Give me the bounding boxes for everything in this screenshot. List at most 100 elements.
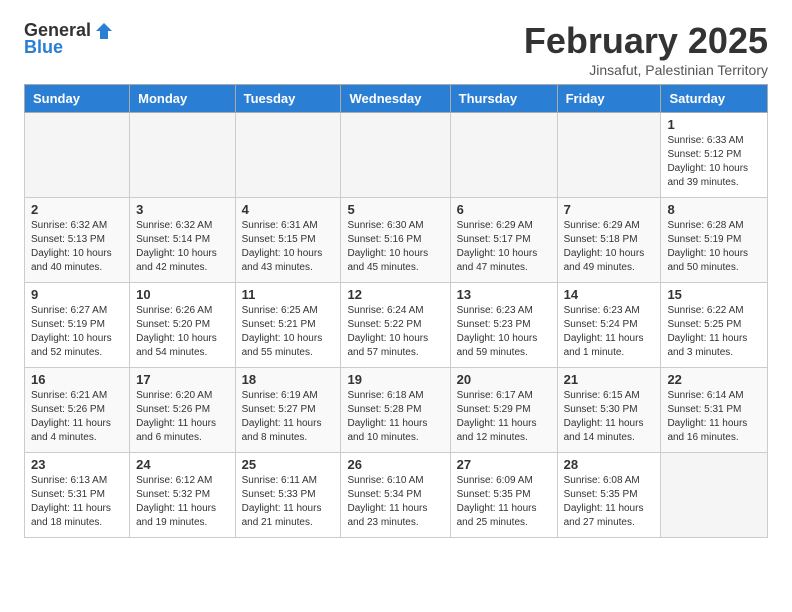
day-number: 20: [457, 372, 551, 387]
logo: General Blue: [24, 20, 114, 58]
weekday-header-sunday: Sunday: [25, 85, 130, 113]
day-info: Sunrise: 6:33 AM Sunset: 5:12 PM Dayligh…: [667, 134, 761, 190]
day-cell: 10 Sunrise: 6:26 AM Sunset: 5:20 PM Dayli…: [130, 283, 235, 368]
day-cell: 7Sunrise: 6:29 AM Sunset: 5:18 PM Daylig…: [557, 198, 661, 283]
day-number: 19: [347, 372, 443, 387]
day-cell: 9 Sunrise: 6:27 AM Sunset: 5:19 PM Daylig…: [25, 283, 130, 368]
day-number: 16: [31, 372, 123, 387]
calendar-page: General Blue February 2025 Jinsafut, Pal…: [0, 0, 792, 558]
calendar-table: SundayMondayTuesdayWednesdayThursdayFrid…: [24, 84, 768, 538]
week-row-2: 2 Sunrise: 6:32 AM Sunset: 5:13 PM Daylig…: [25, 198, 768, 283]
day-cell: [130, 113, 235, 198]
day-cell: 15 Sunrise: 6:22 AM Sunset: 5:25 PM Dayli…: [661, 283, 768, 368]
day-info: Sunrise: 6:22 AM Sunset: 5:25 PM Dayligh…: [667, 304, 761, 360]
calendar-title: February 2025: [524, 20, 768, 62]
day-info: Sunrise: 6:08 AM Sunset: 5:35 PM Dayligh…: [564, 474, 655, 530]
day-cell: 2 Sunrise: 6:32 AM Sunset: 5:13 PM Daylig…: [25, 198, 130, 283]
day-cell: 20 Sunrise: 6:17 AM Sunset: 5:29 PM Dayli…: [450, 368, 557, 453]
day-cell: [557, 113, 661, 198]
day-cell: 14 Sunrise: 6:23 AM Sunset: 5:24 PM Dayli…: [557, 283, 661, 368]
day-cell: 18 Sunrise: 6:19 AM Sunset: 5:27 PM Dayli…: [235, 368, 341, 453]
day-info: Sunrise: 6:25 AM Sunset: 5:21 PM Dayligh…: [242, 304, 335, 360]
day-number: 3: [136, 202, 228, 217]
day-info: Sunrise: 6:21 AM Sunset: 5:26 PM Dayligh…: [31, 389, 123, 445]
day-info: Sunrise: 6:32 AM Sunset: 5:13 PM Dayligh…: [31, 219, 123, 275]
day-info: Sunrise: 6:17 AM Sunset: 5:29 PM Dayligh…: [457, 389, 551, 445]
day-cell: 6 Sunrise: 6:29 AM Sunset: 5:17 PM Daylig…: [450, 198, 557, 283]
day-number: 17: [136, 372, 228, 387]
day-info: Sunrise: 6:15 AM Sunset: 5:30 PM Dayligh…: [564, 389, 655, 445]
week-row-4: 16 Sunrise: 6:21 AM Sunset: 5:26 PM Dayli…: [25, 368, 768, 453]
day-number: 27: [457, 457, 551, 472]
day-number: 18: [242, 372, 335, 387]
weekday-header-friday: Friday: [557, 85, 661, 113]
day-number: 2: [31, 202, 123, 217]
weekday-header-saturday: Saturday: [661, 85, 768, 113]
day-info: Sunrise: 6:29 AM Sunset: 5:17 PM Dayligh…: [457, 219, 551, 275]
day-number: 15: [667, 287, 761, 302]
day-number: 21: [564, 372, 655, 387]
day-info: Sunrise: 6:18 AM Sunset: 5:28 PM Dayligh…: [347, 389, 443, 445]
weekday-header-monday: Monday: [130, 85, 235, 113]
day-cell: [450, 113, 557, 198]
title-block: February 2025 Jinsafut, Palestinian Terr…: [524, 20, 768, 78]
day-number: 25: [242, 457, 335, 472]
day-info: Sunrise: 6:32 AM Sunset: 5:14 PM Dayligh…: [136, 219, 228, 275]
day-info: Sunrise: 6:27 AM Sunset: 5:19 PM Dayligh…: [31, 304, 123, 360]
day-cell: 22 Sunrise: 6:14 AM Sunset: 5:31 PM Dayli…: [661, 368, 768, 453]
day-cell: 23 Sunrise: 6:13 AM Sunset: 5:31 PM Dayli…: [25, 453, 130, 538]
day-info: Sunrise: 6:26 AM Sunset: 5:20 PM Dayligh…: [136, 304, 228, 360]
day-info: Sunrise: 6:23 AM Sunset: 5:24 PM Dayligh…: [564, 304, 655, 360]
logo-blue-text: Blue: [24, 37, 63, 58]
day-info: Sunrise: 6:24 AM Sunset: 5:22 PM Dayligh…: [347, 304, 443, 360]
day-cell: [341, 113, 450, 198]
day-number: 22: [667, 372, 761, 387]
day-cell: 13 Sunrise: 6:23 AM Sunset: 5:23 PM Dayli…: [450, 283, 557, 368]
day-number: 14: [564, 287, 655, 302]
week-row-5: 23 Sunrise: 6:13 AM Sunset: 5:31 PM Dayli…: [25, 453, 768, 538]
day-number: 24: [136, 457, 228, 472]
day-cell: 12 Sunrise: 6:24 AM Sunset: 5:22 PM Dayli…: [341, 283, 450, 368]
weekday-header-tuesday: Tuesday: [235, 85, 341, 113]
weekday-header-row: SundayMondayTuesdayWednesdayThursdayFrid…: [25, 85, 768, 113]
calendar-subtitle: Jinsafut, Palestinian Territory: [524, 62, 768, 78]
day-info: Sunrise: 6:23 AM Sunset: 5:23 PM Dayligh…: [457, 304, 551, 360]
day-cell: 25 Sunrise: 6:11 AM Sunset: 5:33 PM Dayli…: [235, 453, 341, 538]
day-info: Sunrise: 6:28 AM Sunset: 5:19 PM Dayligh…: [667, 219, 761, 275]
day-cell: 4 Sunrise: 6:31 AM Sunset: 5:15 PM Daylig…: [235, 198, 341, 283]
day-info: Sunrise: 6:10 AM Sunset: 5:34 PM Dayligh…: [347, 474, 443, 530]
day-info: Sunrise: 6:14 AM Sunset: 5:31 PM Dayligh…: [667, 389, 761, 445]
day-info: Sunrise: 6:31 AM Sunset: 5:15 PM Dayligh…: [242, 219, 335, 275]
day-info: Sunrise: 6:13 AM Sunset: 5:31 PM Dayligh…: [31, 474, 123, 530]
day-number: 1: [667, 117, 761, 132]
day-cell: [661, 453, 768, 538]
day-number: 13: [457, 287, 551, 302]
day-number: 9: [31, 287, 123, 302]
day-cell: 3 Sunrise: 6:32 AM Sunset: 5:14 PM Daylig…: [130, 198, 235, 283]
day-number: 4: [242, 202, 335, 217]
day-number: 23: [31, 457, 123, 472]
day-number: 10: [136, 287, 228, 302]
day-cell: 21 Sunrise: 6:15 AM Sunset: 5:30 PM Dayli…: [557, 368, 661, 453]
day-cell: 24 Sunrise: 6:12 AM Sunset: 5:32 PM Dayli…: [130, 453, 235, 538]
day-number: 6: [457, 202, 551, 217]
day-info: Sunrise: 6:30 AM Sunset: 5:16 PM Dayligh…: [347, 219, 443, 275]
day-info: Sunrise: 6:12 AM Sunset: 5:32 PM Dayligh…: [136, 474, 228, 530]
day-cell: [235, 113, 341, 198]
day-number: 11: [242, 287, 335, 302]
day-number: 12: [347, 287, 443, 302]
day-cell: 8Sunrise: 6:28 AM Sunset: 5:19 PM Daylig…: [661, 198, 768, 283]
day-info: Sunrise: 6:19 AM Sunset: 5:27 PM Dayligh…: [242, 389, 335, 445]
weekday-header-thursday: Thursday: [450, 85, 557, 113]
day-cell: 17 Sunrise: 6:20 AM Sunset: 5:26 PM Dayli…: [130, 368, 235, 453]
day-number: 5: [347, 202, 443, 217]
day-info: Sunrise: 6:20 AM Sunset: 5:26 PM Dayligh…: [136, 389, 228, 445]
day-cell: 1 Sunrise: 6:33 AM Sunset: 5:12 PM Daylig…: [661, 113, 768, 198]
day-number: 26: [347, 457, 443, 472]
day-cell: 5 Sunrise: 6:30 AM Sunset: 5:16 PM Daylig…: [341, 198, 450, 283]
day-info: Sunrise: 6:09 AM Sunset: 5:35 PM Dayligh…: [457, 474, 551, 530]
day-info: Sunrise: 6:11 AM Sunset: 5:33 PM Dayligh…: [242, 474, 335, 530]
day-cell: 19 Sunrise: 6:18 AM Sunset: 5:28 PM Dayli…: [341, 368, 450, 453]
day-info: Sunrise: 6:29 AM Sunset: 5:18 PM Dayligh…: [564, 219, 655, 275]
week-row-1: 1 Sunrise: 6:33 AM Sunset: 5:12 PM Daylig…: [25, 113, 768, 198]
